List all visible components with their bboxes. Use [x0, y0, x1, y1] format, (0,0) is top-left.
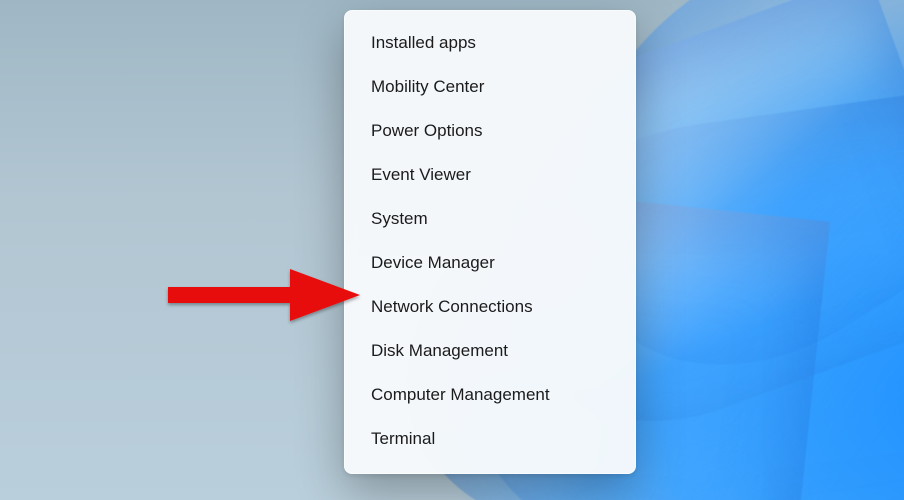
- menu-item-label: Event Viewer: [371, 165, 471, 185]
- menu-item-installed-apps[interactable]: Installed apps: [351, 23, 629, 63]
- menu-item-label: Power Options: [371, 121, 483, 141]
- menu-item-mobility-center[interactable]: Mobility Center: [351, 67, 629, 107]
- menu-item-computer-management[interactable]: Computer Management: [351, 375, 629, 415]
- menu-item-label: Installed apps: [371, 33, 476, 53]
- winx-context-menu: Installed apps Mobility Center Power Opt…: [344, 10, 636, 474]
- menu-item-system[interactable]: System: [351, 199, 629, 239]
- menu-item-power-options[interactable]: Power Options: [351, 111, 629, 151]
- menu-item-network-connections[interactable]: Network Connections: [351, 287, 629, 327]
- menu-item-event-viewer[interactable]: Event Viewer: [351, 155, 629, 195]
- menu-item-device-manager[interactable]: Device Manager: [351, 243, 629, 283]
- menu-item-disk-management[interactable]: Disk Management: [351, 331, 629, 371]
- menu-item-label: Disk Management: [371, 341, 508, 361]
- menu-item-label: System: [371, 209, 428, 229]
- menu-item-label: Network Connections: [371, 297, 533, 317]
- menu-item-label: Terminal: [371, 429, 435, 449]
- menu-item-label: Computer Management: [371, 385, 550, 405]
- menu-item-label: Mobility Center: [371, 77, 484, 97]
- menu-item-label: Device Manager: [371, 253, 495, 273]
- menu-item-terminal[interactable]: Terminal: [351, 419, 629, 459]
